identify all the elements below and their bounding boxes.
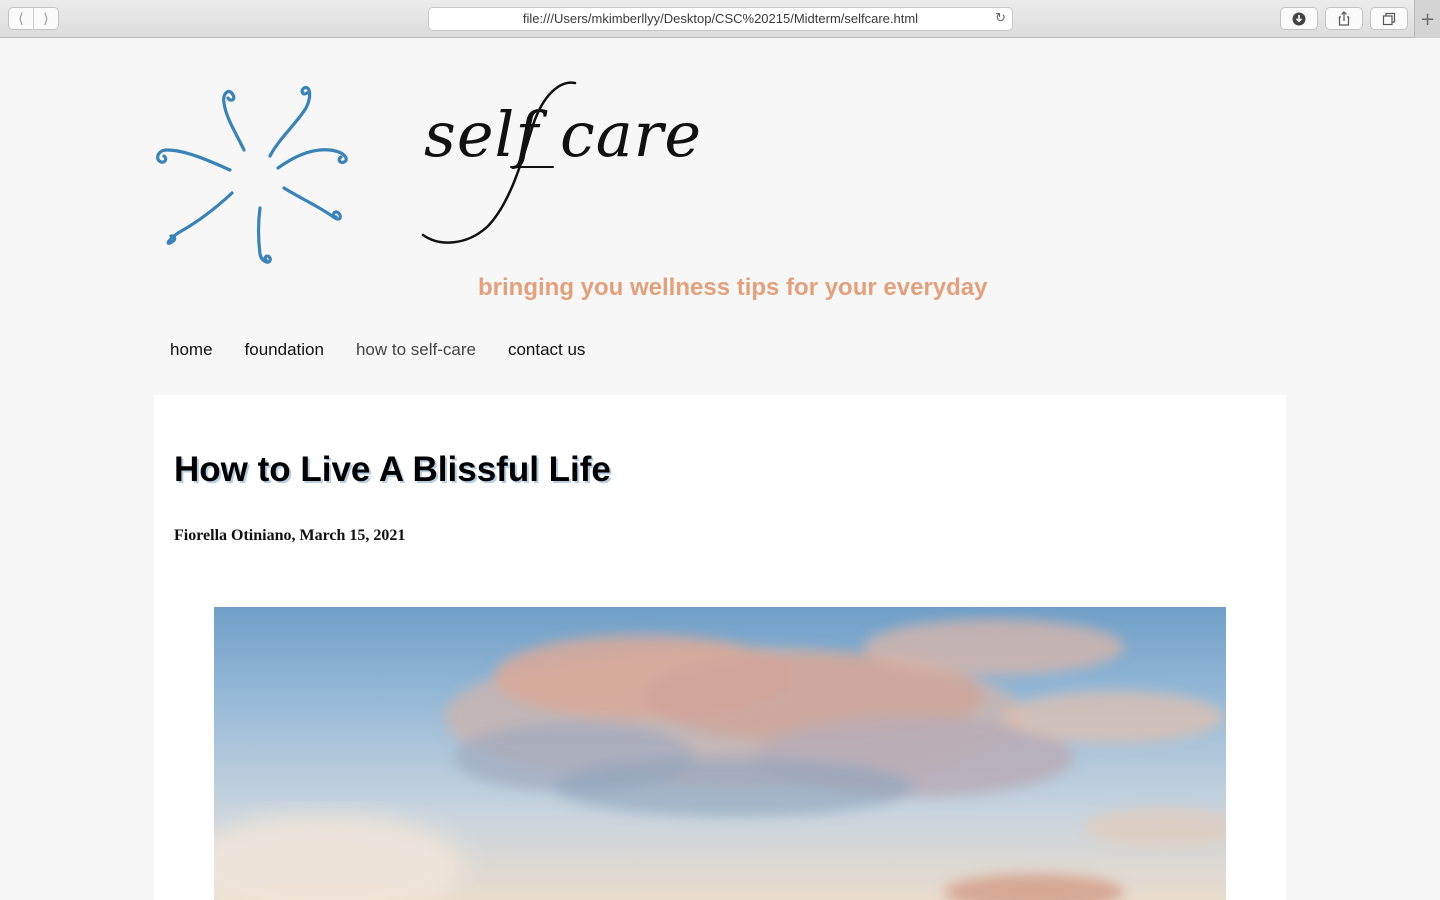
swirl-star-logo-icon: [156, 85, 348, 264]
article-title: How to Live A Blissful Life: [174, 450, 611, 489]
chevron-left-icon: ⟨: [18, 10, 24, 27]
reload-icon[interactable]: ↻: [995, 8, 1006, 30]
forward-button[interactable]: ⟩: [33, 8, 58, 29]
back-button[interactable]: ⟨: [9, 8, 33, 29]
article-byline: Fiorella Otiniano, March 15, 2021: [174, 527, 406, 544]
clouds-illustration: [214, 619, 1226, 900]
tabs-icon: [1382, 12, 1396, 25]
share-button[interactable]: [1325, 7, 1363, 30]
url-text[interactable]: file:///Users/mkimberllyy/Desktop/CSC%20…: [523, 11, 918, 26]
brand-title[interactable]: self care: [424, 98, 702, 171]
article-card: How to Live A Blissful Life Fiorella Oti…: [154, 395, 1286, 900]
downloads-button[interactable]: [1280, 7, 1318, 30]
nav-item-how-to-self-care[interactable]: how to self-care: [356, 340, 476, 360]
tagline: bringing you wellness tips for your ever…: [478, 274, 988, 301]
nav-item-home[interactable]: home: [170, 340, 213, 360]
address-bar[interactable]: file:///Users/mkimberllyy/Desktop/CSC%20…: [428, 7, 1013, 31]
chevron-right-icon: ⟩: [43, 10, 49, 27]
tab-overview-button[interactable]: [1370, 7, 1408, 30]
download-icon: [1292, 12, 1306, 25]
main-nav: home foundation how to self-care contact…: [170, 340, 585, 360]
browser-toolbar: ⟨ ⟩ file:///Users/mkimberllyy/Desktop/CS…: [0, 0, 1440, 38]
new-tab-button[interactable]: +: [1414, 0, 1440, 38]
nav-item-foundation[interactable]: foundation: [245, 340, 324, 360]
history-nav: ⟨ ⟩: [8, 7, 59, 30]
sky-clouds-image: [214, 607, 1226, 900]
share-icon: [1338, 11, 1350, 26]
plus-icon: +: [1419, 8, 1436, 30]
nav-item-contact-us[interactable]: contact us: [508, 340, 586, 360]
